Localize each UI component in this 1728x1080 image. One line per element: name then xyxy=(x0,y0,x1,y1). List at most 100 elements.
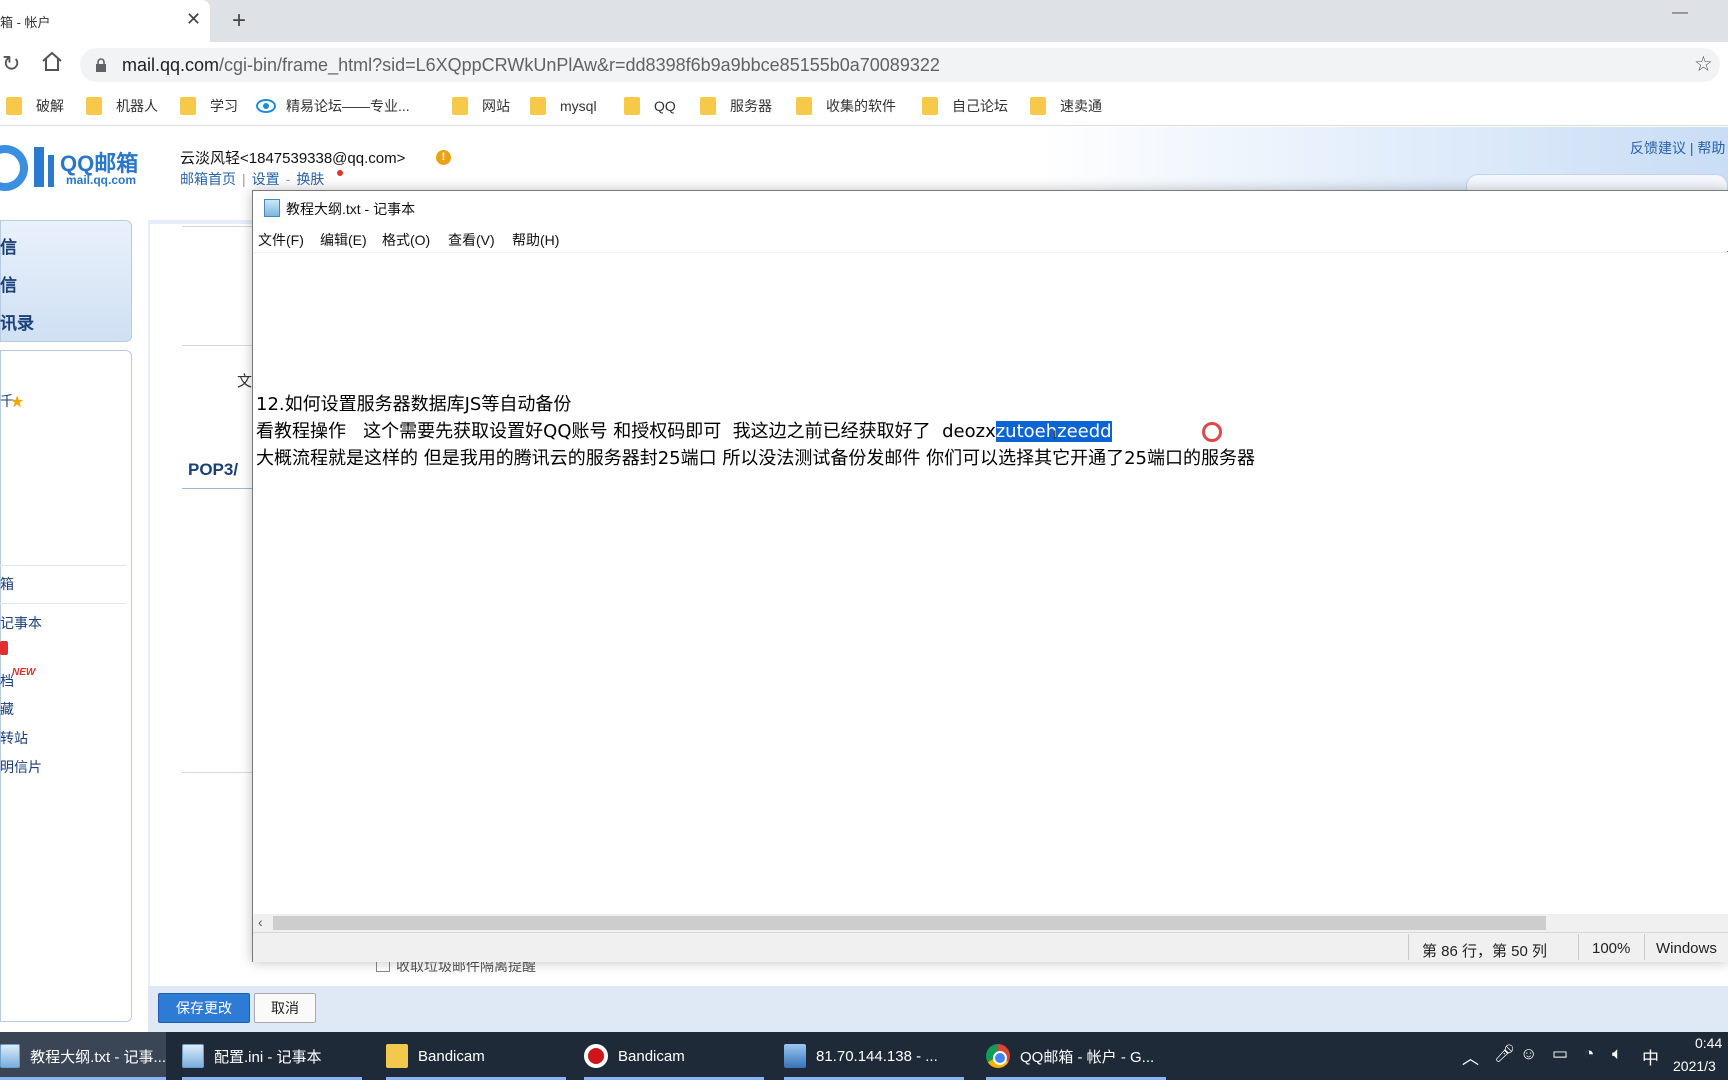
bookmark-label: 机器人 xyxy=(116,98,158,114)
nav-notepad[interactable]: 记事本 xyxy=(0,613,42,633)
bookmark-label: QQ xyxy=(654,98,676,114)
show-hidden-icons-icon[interactable]: ︿ xyxy=(1462,1044,1479,1069)
notepad-icon xyxy=(264,199,280,217)
divider xyxy=(0,565,126,566)
feedback-help-links[interactable]: 反馈建议 | 帮助 xyxy=(1630,138,1725,158)
bookmark-item[interactable]: 破解 xyxy=(6,95,64,117)
scroll-left-icon[interactable]: ‹ xyxy=(258,914,263,930)
remote-desktop-icon xyxy=(784,1044,806,1068)
menu-help[interactable]: 帮助(H) xyxy=(512,230,559,250)
tab-title: 箱 - 帐户 xyxy=(0,15,51,30)
settings-action-bar xyxy=(148,986,1728,1032)
notepad-text-area[interactable] xyxy=(253,252,1728,914)
bookmark-label: 速卖通 xyxy=(1060,98,1102,114)
nav-inbox[interactable]: 信 xyxy=(0,271,17,296)
url-path: /cgi-bin/frame_html?sid=L6XQppCRWkUnPlAw… xyxy=(219,55,940,75)
taskbar-label: 81.70.144.138 - ... xyxy=(816,1047,938,1065)
click-indicator-icon xyxy=(1202,422,1222,442)
notepad-icon xyxy=(182,1044,204,1068)
clock-date[interactable]: 2021/3 xyxy=(1673,1058,1716,1074)
red-badge-icon xyxy=(0,641,8,655)
new-tab-icon[interactable]: + xyxy=(232,7,246,35)
bookmark-label: 网站 xyxy=(482,98,510,114)
bookmark-item[interactable]: 自己论坛 xyxy=(922,95,1008,117)
skin-link[interactable]: 换肤 xyxy=(296,171,324,187)
taskbar-label: 教程大纲.txt - 记事... xyxy=(30,1048,166,1066)
menu-view[interactable]: 查看(V) xyxy=(448,230,495,250)
divider xyxy=(1644,934,1645,960)
nav-favorites[interactable]: 藏 xyxy=(0,699,14,719)
cancel-button[interactable]: 取消 xyxy=(254,993,316,1023)
divider xyxy=(0,603,126,604)
url-host: mail.qq.com xyxy=(122,55,220,75)
bookmark-label: 服务器 xyxy=(730,98,772,114)
bookmark-item[interactable]: 网站 xyxy=(452,95,510,117)
bookmark-item[interactable]: 学习 xyxy=(180,95,238,117)
bookmark-item[interactable]: QQ xyxy=(624,95,676,117)
bookmark-label: 精易论坛——专业... xyxy=(286,98,410,114)
save-changes-button[interactable]: 保存更改 xyxy=(158,993,250,1023)
bookmark-item[interactable]: 速卖通 xyxy=(1030,95,1102,117)
taskbar-item-notepad-outline[interactable]: 教程大纲.txt - 记事... xyxy=(0,1032,166,1080)
bookmark-item[interactable]: 服务器 xyxy=(700,95,772,117)
taskbar-label: 配置.ini - 记事本 xyxy=(214,1048,322,1066)
scrollbar-thumb[interactable] xyxy=(273,916,1546,930)
taskbar-item-bandicam[interactable]: Bandicam xyxy=(584,1032,764,1080)
battery-icon[interactable]: ▭ xyxy=(1552,1044,1568,1064)
nav-postcard[interactable]: 明信片 xyxy=(0,757,42,777)
bookmark-label: 收集的软件 xyxy=(826,98,896,114)
menu-edit[interactable]: 编辑(E) xyxy=(320,230,367,250)
url-text[interactable]: mail.qq.com/cgi-bin/frame_html?sid=L6XQp… xyxy=(122,55,940,76)
taskbar-item-bandicam-folder[interactable]: Bandicam xyxy=(386,1032,566,1080)
notepad-title: 教程大纲.txt - 记事本 xyxy=(286,201,416,217)
divider xyxy=(1408,934,1409,960)
menu-format[interactable]: 格式(O) xyxy=(382,230,430,250)
divider xyxy=(182,345,252,346)
taskbar-item-chrome[interactable]: QQ邮箱 - 帐户 - G... xyxy=(986,1032,1166,1080)
folder-icon xyxy=(530,97,546,115)
notepad-titlebar[interactable] xyxy=(253,191,1728,227)
divider xyxy=(1578,934,1579,960)
volume-muted-icon[interactable]: 🔈︎ xyxy=(1612,1044,1622,1064)
warning-icon[interactable]: ! xyxy=(436,150,451,165)
divider xyxy=(182,226,252,227)
settings-link[interactable]: 设置 xyxy=(252,171,280,187)
bookmark-item[interactable]: 精易论坛——专业... xyxy=(256,95,410,117)
bookmark-item[interactable]: mysql xyxy=(530,95,597,117)
bookmark-item[interactable]: 机器人 xyxy=(86,95,158,117)
record-icon xyxy=(584,1044,608,1068)
folder-icon xyxy=(86,97,102,115)
reload-icon[interactable]: ↻ xyxy=(2,51,20,77)
wifi-icon[interactable]: ◔ xyxy=(1584,1044,1594,1064)
close-tab-icon[interactable]: ✕ xyxy=(186,9,201,30)
bookmark-label: 破解 xyxy=(36,98,64,114)
folder-icon xyxy=(1030,97,1046,115)
tab-strip xyxy=(0,0,1728,42)
new-badge: NEW xyxy=(12,667,36,678)
input-method[interactable]: 中 xyxy=(1642,1044,1659,1069)
nav-contacts[interactable]: 讯录 xyxy=(0,309,34,334)
nav-mailbox[interactable]: 箱 xyxy=(0,574,14,594)
notification-dot xyxy=(337,170,343,176)
bookmark-label: 自己论坛 xyxy=(952,98,1008,114)
bookmark-star-icon[interactable]: ☆ xyxy=(1694,52,1713,77)
mail-home-link[interactable]: 邮箱首页 xyxy=(180,171,236,187)
zoom-level: 100% xyxy=(1592,940,1631,957)
account-name: 云淡风轻<1847539338@qq.com> xyxy=(180,150,406,167)
home-icon[interactable] xyxy=(40,50,64,74)
bookmark-item[interactable]: 收集的软件 xyxy=(796,95,896,117)
nav-file-transfer[interactable]: 转站 xyxy=(0,728,28,748)
folder-icon xyxy=(452,97,468,115)
menu-file[interactable]: 文件(F) xyxy=(258,230,304,250)
taskbar-item-config[interactable]: 配置.ini - 记事本 xyxy=(182,1032,362,1080)
clock-time[interactable]: 0:44 xyxy=(1695,1035,1722,1051)
header-links: 邮箱首页 | 设置 - 换肤 xyxy=(180,171,325,187)
nav-write-mail[interactable]: 信 xyxy=(0,233,17,258)
emoji-icon[interactable]: ☺ xyxy=(1520,1044,1537,1064)
taskbar-item-remote-desktop[interactable]: 81.70.144.138 - ... xyxy=(784,1032,964,1080)
minimize-icon[interactable]: — xyxy=(1672,4,1688,22)
lock-icon[interactable] xyxy=(96,58,106,72)
text-segment: zx xyxy=(975,421,996,442)
microphone-icon[interactable]: 🎤︎ xyxy=(1494,1044,1516,1064)
folder-icon xyxy=(922,97,938,115)
